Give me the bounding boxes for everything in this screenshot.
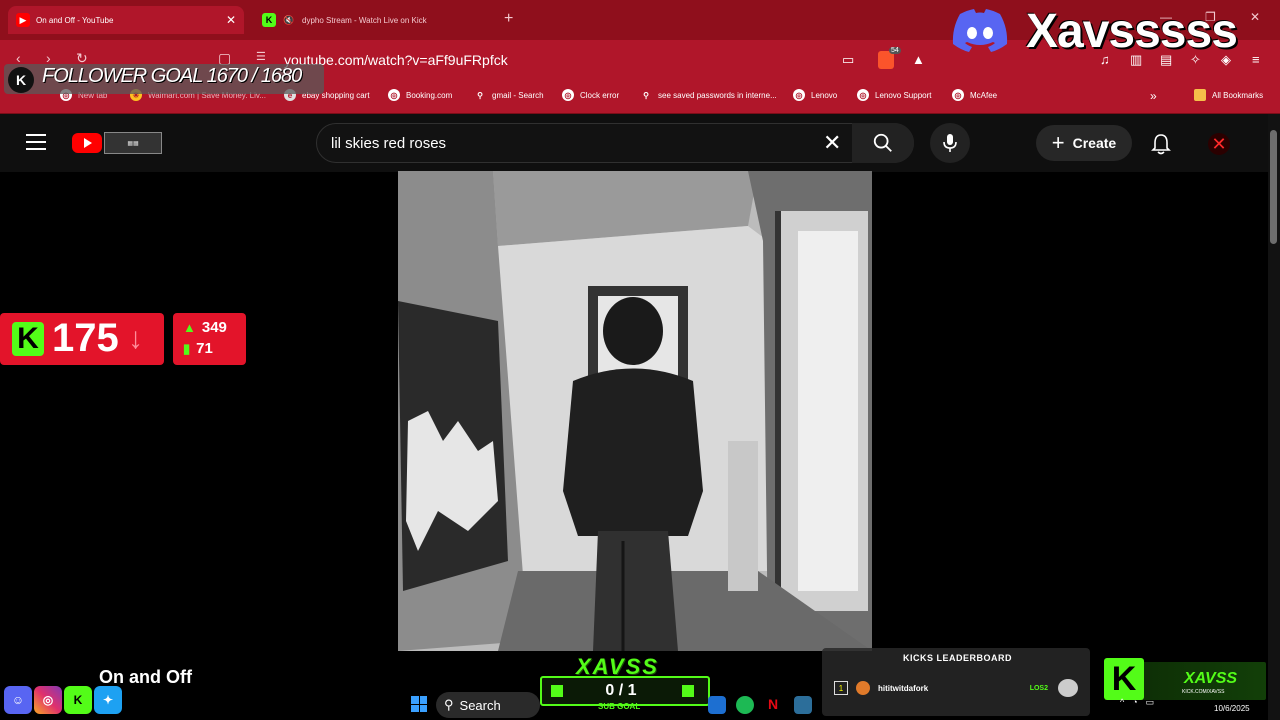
kick-logo-icon: K	[8, 67, 34, 93]
leaderboard-title: KICKS LEADERBOARD	[903, 653, 1013, 663]
tab-title: On and Off - YouTube	[36, 15, 114, 25]
bookmark-passwords[interactable]: ⚲ see saved passwords in interne...	[640, 89, 777, 101]
streamer-name: Xavsssss	[1026, 5, 1238, 58]
netflix-icon[interactable]: N	[764, 696, 782, 714]
create-button[interactable]: + Create	[1036, 125, 1132, 161]
screen: ▶ On and Off - YouTube ✕ K 🔇 dypho Strea…	[0, 0, 1280, 720]
site-info-icon[interactable]: ☰	[256, 50, 266, 63]
social-icons: ☺ ◎ K ✦	[4, 686, 122, 714]
avatar	[856, 681, 870, 695]
account-avatar[interactable]: ✕	[1208, 133, 1230, 155]
bell-icon	[1151, 134, 1171, 155]
kick-favicon-icon: K	[262, 13, 276, 27]
search-input[interactable]: lil skies red roses	[331, 135, 446, 152]
youtube-logo-icon[interactable]	[72, 133, 102, 153]
leaderboard-rank: 1	[834, 681, 848, 695]
app-icon[interactable]	[794, 696, 812, 714]
all-bookmarks[interactable]: All Bookmarks	[1194, 89, 1263, 101]
tab-title: dypho Stream - Watch Live on Kick	[302, 15, 427, 25]
gift-icon	[551, 685, 563, 697]
search-icon	[873, 133, 892, 152]
new-tab-icon[interactable]: +	[504, 10, 513, 28]
kick-icon: K	[64, 686, 92, 714]
wifi-icon[interactable]: ◔	[1132, 697, 1137, 708]
gift-icon	[682, 685, 694, 697]
bookmark-mcafee[interactable]: ◎ McAfee	[952, 89, 997, 101]
bookmark-lenovo-support[interactable]: ◎ Lenovo Support	[857, 89, 932, 101]
followers-stat: ▲ 349	[183, 319, 227, 336]
edge-icon[interactable]	[708, 696, 726, 714]
search-icon: ⚲	[444, 697, 454, 712]
system-tray[interactable]: ^ ◔ ▭	[1120, 697, 1154, 708]
guide-menu-icon[interactable]	[26, 134, 46, 150]
bookmark-clock-error[interactable]: ◎ Clock error	[562, 89, 619, 101]
kick-logo-icon: K	[1104, 658, 1144, 700]
skull-icon	[1058, 679, 1078, 697]
discord-icon	[950, 8, 1010, 59]
discord-icon: ☺	[4, 686, 32, 714]
second-stat: ▮ 71	[183, 340, 213, 357]
tab-youtube[interactable]: ▶ On and Off - YouTube ✕	[8, 6, 244, 34]
muted-speaker-icon[interactable]: 🔇	[282, 13, 296, 27]
voice-search-button[interactable]	[930, 123, 970, 163]
bar-chart-icon: ▮	[183, 340, 191, 356]
page-scrollbar-thumb[interactable]	[1270, 130, 1277, 244]
video-title: On and Off	[99, 667, 192, 687]
down-arrow-icon: ↓	[128, 322, 143, 355]
more-bookmarks-icon[interactable]: »	[1150, 89, 1157, 103]
kick-channel-name: XAVSS	[1184, 670, 1238, 687]
search-icon: ⚲	[477, 90, 483, 100]
youtube-favicon-icon: ▶	[16, 13, 30, 27]
leaderboard-amount: LOS2	[1029, 684, 1048, 692]
cast-icon[interactable]: ▭	[842, 52, 854, 68]
close-window-icon[interactable]: ✕	[1250, 10, 1260, 24]
tab-kick[interactable]: K 🔇 dypho Stream - Watch Live on Kick	[256, 6, 500, 34]
globe-icon: ◎	[562, 89, 574, 101]
close-tab-icon[interactable]: ✕	[226, 13, 236, 27]
microphone-icon	[943, 134, 957, 152]
bookmark-lenovo[interactable]: ◎ Lenovo	[793, 89, 837, 101]
search-icon: ⚲	[643, 90, 649, 100]
kick-channel-url: KICK.COM/XAVSS	[1182, 689, 1225, 695]
youtube-doodle-image[interactable]: ▦▦	[104, 132, 162, 154]
instagram-icon: ◎	[34, 686, 62, 714]
taskbar-date[interactable]: 10/6/2025	[1214, 704, 1250, 713]
notifications-button[interactable]	[1150, 132, 1172, 161]
plus-icon: +	[1051, 130, 1065, 155]
sub-goal-value: 0 / 1	[605, 682, 637, 699]
viewer-count: 175	[52, 316, 119, 360]
globe-icon: ◎	[388, 89, 400, 101]
leaderboard-name: hititwitdafork	[878, 683, 929, 693]
chevron-up-icon[interactable]: ^	[1120, 697, 1124, 708]
globe-icon: ◎	[857, 89, 869, 101]
taskbar-search[interactable]: ⚲ Search	[436, 692, 540, 718]
follower-goal-text: FOLLOWER GOAL 1670 / 1680	[42, 65, 302, 87]
search-button[interactable]	[852, 123, 914, 163]
globe-icon: ◎	[952, 89, 964, 101]
person-icon: ▲	[183, 320, 196, 335]
bookmark-gmail-search[interactable]: ⚲ gmail - Search	[474, 89, 544, 101]
globe-icon: ◎	[793, 89, 805, 101]
brave-rewards-icon[interactable]: ▲	[912, 52, 925, 67]
menu-icon[interactable]: ≡	[1252, 52, 1260, 67]
kick-logo-icon: K	[12, 322, 44, 356]
twitter-icon: ✦	[94, 686, 122, 714]
sub-goal-label: SUB GOAL	[598, 702, 641, 711]
windows-start-icon[interactable]	[411, 696, 427, 712]
album-cover-image	[398, 171, 872, 651]
clear-search-icon[interactable]: ✕	[823, 130, 841, 156]
battery-icon[interactable]: ▭	[1146, 697, 1155, 708]
shield-badge: 54	[889, 47, 901, 54]
video-player[interactable]	[398, 171, 872, 651]
folder-icon	[1194, 89, 1206, 101]
spotify-icon[interactable]	[736, 696, 754, 714]
leaderboard-row: 1 hititwitdafork LOS2	[830, 676, 1084, 700]
bookmark-booking[interactable]: ◎ Booking.com	[388, 89, 452, 101]
